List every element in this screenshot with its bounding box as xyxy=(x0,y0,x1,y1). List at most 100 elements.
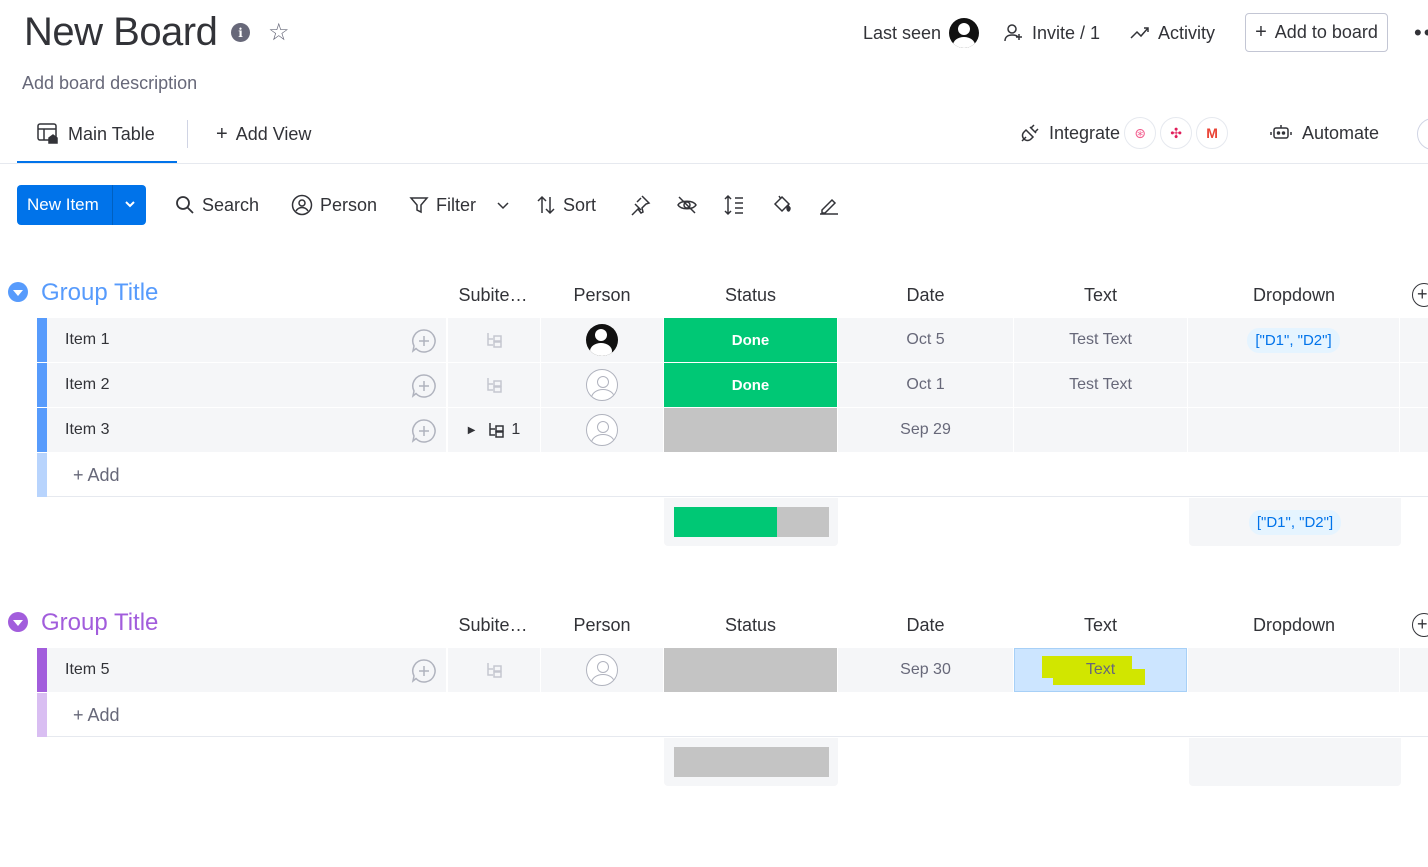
board-options-button[interactable] xyxy=(1417,118,1428,150)
add-to-board-button[interactable]: + Add to board xyxy=(1245,13,1388,52)
table-row[interactable]: Item 1 Done Oct 5 Test Text ["D1", "D2"] xyxy=(37,318,1428,362)
column-header-dropdown[interactable]: Dropdown xyxy=(1188,285,1400,306)
text-cell[interactable]: Test Text xyxy=(1014,363,1187,407)
subitems-cell[interactable] xyxy=(448,318,540,362)
add-column-icon[interactable]: + xyxy=(1412,613,1428,637)
item-name[interactable]: Item 5 xyxy=(47,661,109,679)
add-update-icon[interactable] xyxy=(411,373,437,399)
invite-button[interactable]: Invite / 1 xyxy=(1004,18,1100,48)
date-cell[interactable]: Sep 29 xyxy=(838,408,1013,452)
item-name[interactable]: Item 3 xyxy=(47,421,109,439)
empty-cell xyxy=(1400,363,1428,407)
date-cell[interactable]: Oct 1 xyxy=(838,363,1013,407)
status-cell[interactable] xyxy=(664,408,837,452)
info-icon[interactable]: i xyxy=(231,23,250,42)
dropdown-cell[interactable] xyxy=(1188,648,1399,692)
column-header-subitems[interactable]: Subite… xyxy=(448,615,538,636)
more-menu-icon[interactable]: •• xyxy=(1414,20,1428,46)
paint-bucket-icon[interactable] xyxy=(769,192,795,218)
dropdown-tag: ["D1", "D2"] xyxy=(1247,327,1340,353)
person-filter-button[interactable]: Person xyxy=(291,192,377,218)
expand-arrow-icon[interactable]: ▶ xyxy=(468,425,476,436)
column-header-dropdown[interactable]: Dropdown xyxy=(1188,615,1400,636)
add-view-button[interactable]: + Add View xyxy=(216,120,311,148)
item-name-cell[interactable]: Item 5 xyxy=(47,648,446,692)
activity-button[interactable]: Activity xyxy=(1130,18,1215,48)
add-column-icon[interactable]: + xyxy=(1412,283,1428,307)
add-item-row[interactable]: + Add xyxy=(37,453,1428,497)
group-collapse-icon[interactable] xyxy=(8,282,28,302)
person-cell[interactable] xyxy=(541,363,663,407)
item-name-cell[interactable]: Item 3 xyxy=(47,408,446,452)
item-name[interactable]: Item 2 xyxy=(47,376,109,394)
column-header-status[interactable]: Status xyxy=(664,285,837,306)
dropdown-summary[interactable]: ["D1", "D2"] xyxy=(1189,498,1401,546)
status-cell[interactable] xyxy=(664,648,837,692)
column-header-person[interactable]: Person xyxy=(541,615,663,636)
status-cell[interactable]: Done xyxy=(664,318,837,362)
dropdown-cell[interactable]: ["D1", "D2"] xyxy=(1188,318,1399,362)
star-icon[interactable]: ☆ xyxy=(268,18,290,47)
subitems-cell[interactable]: ▶ 1 xyxy=(448,408,540,452)
column-header-date[interactable]: Date xyxy=(838,615,1013,636)
new-item-button[interactable]: New Item xyxy=(17,185,146,225)
item-name[interactable]: Item 1 xyxy=(47,331,109,349)
item-name-cell[interactable]: Item 2 xyxy=(47,363,446,407)
board-description[interactable]: Add board description xyxy=(22,73,197,94)
pin-icon[interactable] xyxy=(627,192,653,218)
status-cell[interactable]: Done xyxy=(664,363,837,407)
chevron-down-icon[interactable] xyxy=(495,197,511,213)
integrate-button[interactable]: Integrate ⊛ ✣ M xyxy=(1019,117,1229,149)
column-header-date[interactable]: Date xyxy=(838,285,1013,306)
table-row[interactable]: Item 2 Done Oct 1 Test Text xyxy=(37,363,1428,407)
add-update-icon[interactable] xyxy=(411,658,437,684)
status-summary[interactable] xyxy=(664,498,838,546)
text-cell[interactable] xyxy=(1014,408,1187,452)
chevron-down-icon[interactable] xyxy=(113,197,146,214)
sort-button[interactable]: Sort xyxy=(536,192,596,218)
status-summary[interactable] xyxy=(664,738,838,786)
group-title[interactable]: Group Title xyxy=(41,609,158,637)
date-cell[interactable]: Oct 5 xyxy=(838,318,1013,362)
automate-button[interactable]: Automate xyxy=(1270,118,1379,148)
column-header-status[interactable]: Status xyxy=(664,615,837,636)
text-cell-selected[interactable]: Text xyxy=(1014,648,1187,692)
board-title[interactable]: New Board xyxy=(24,10,218,55)
column-header-text[interactable]: Text xyxy=(1014,285,1187,306)
add-to-board-label: Add to board xyxy=(1274,22,1378,42)
date-cell[interactable]: Sep 30 xyxy=(838,648,1013,692)
add-update-icon[interactable] xyxy=(411,418,437,444)
add-item-row[interactable]: + Add xyxy=(37,693,1428,737)
add-item-label[interactable]: + Add xyxy=(73,465,120,486)
person-cell[interactable] xyxy=(541,648,663,692)
dropdown-summary[interactable] xyxy=(1189,738,1401,786)
user-avatar xyxy=(949,18,980,48)
column-header-person[interactable]: Person xyxy=(541,285,663,306)
column-header-text[interactable]: Text xyxy=(1014,615,1187,636)
text-cell[interactable]: Test Text xyxy=(1014,318,1187,362)
subitems-cell[interactable] xyxy=(448,363,540,407)
person-cell[interactable] xyxy=(541,408,663,452)
table-row[interactable]: Item 5 Sep 30 Text xyxy=(37,648,1428,692)
item-name-cell[interactable]: Item 1 xyxy=(47,318,446,362)
add-item-label[interactable]: + Add xyxy=(73,705,120,726)
tab-main-table[interactable]: Main Table xyxy=(36,120,155,148)
edit-icon[interactable] xyxy=(816,192,842,218)
dropdown-cell[interactable] xyxy=(1188,408,1399,452)
table-row[interactable]: Item 3 ▶ 1 Sep 29 xyxy=(37,408,1428,452)
group-title[interactable]: Group Title xyxy=(41,279,158,307)
dropdown-cell[interactable] xyxy=(1188,363,1399,407)
row-height-icon[interactable] xyxy=(721,192,747,218)
person-cell[interactable] xyxy=(541,318,663,362)
group-color-bar xyxy=(37,363,47,407)
group-collapse-icon[interactable] xyxy=(8,612,28,632)
hide-icon[interactable] xyxy=(674,192,700,218)
add-update-icon[interactable] xyxy=(411,328,437,354)
robot-icon xyxy=(1270,125,1292,139)
search-button[interactable]: Search xyxy=(175,192,259,218)
plus-icon: + xyxy=(216,122,228,145)
last-seen-button[interactable]: Last seen xyxy=(863,18,980,48)
column-header-subitems[interactable]: Subite… xyxy=(448,285,538,306)
filter-button[interactable]: Filter xyxy=(409,192,511,218)
subitems-cell[interactable] xyxy=(448,648,540,692)
